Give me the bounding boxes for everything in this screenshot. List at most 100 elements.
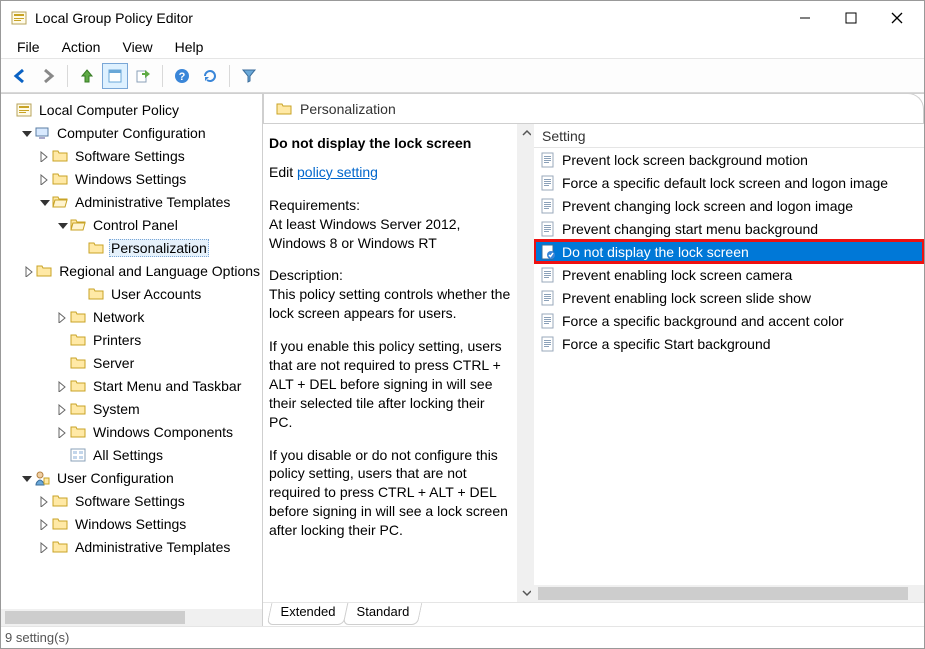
- edit-prefix: Edit: [269, 164, 297, 180]
- description-p1: This policy setting controls whether the…: [269, 285, 511, 323]
- policy-icon: [540, 152, 556, 168]
- status-text: 9 setting(s): [5, 630, 69, 645]
- twisty-open-icon[interactable]: [55, 218, 69, 232]
- tree-admin-templates[interactable]: Administrative Templates: [1, 190, 262, 213]
- twisty-closed-icon[interactable]: [55, 310, 69, 324]
- content-header: Personalization: [263, 94, 924, 124]
- up-button[interactable]: [74, 63, 100, 89]
- minimize-button[interactable]: [782, 3, 828, 33]
- tree-software-settings[interactable]: Software Settings: [1, 144, 262, 167]
- nav-tree[interactable]: Local Computer Policy Computer Configura…: [1, 94, 262, 609]
- list-item[interactable]: Prevent changing start menu background: [534, 217, 924, 240]
- twisty-closed-icon[interactable]: [37, 540, 51, 554]
- edit-policy-link[interactable]: policy setting: [297, 164, 378, 180]
- policy-icon: [540, 198, 556, 214]
- close-button[interactable]: [874, 3, 920, 33]
- tree-network[interactable]: Network: [1, 305, 262, 328]
- titlebar[interactable]: Local Group Policy Editor: [1, 1, 924, 35]
- app-window: Local Group Policy Editor File Action Vi…: [0, 0, 925, 649]
- tree-hscrollbar[interactable]: [1, 609, 262, 626]
- twisty-closed-icon[interactable]: [37, 172, 51, 186]
- tree-windows-settings[interactable]: Windows Settings: [1, 167, 262, 190]
- settings-list[interactable]: Prevent lock screen background motion Fo…: [534, 148, 924, 585]
- content-header-title: Personalization: [300, 101, 396, 117]
- list-item[interactable]: Prevent changing lock screen and logon i…: [534, 194, 924, 217]
- tab-standard[interactable]: Standard: [343, 603, 422, 625]
- description-p2: If you enable this policy setting, users…: [269, 337, 511, 431]
- list-hscrollbar[interactable]: [534, 585, 924, 602]
- tree-user-configuration[interactable]: User Configuration: [1, 466, 262, 489]
- twisty-closed-icon[interactable]: [55, 425, 69, 439]
- tree-all-settings[interactable]: All Settings: [1, 443, 262, 466]
- tree-regional[interactable]: Regional and Language Options: [1, 259, 262, 282]
- twisty-closed-icon[interactable]: [23, 264, 35, 278]
- toolbar: [1, 59, 924, 93]
- tree-user-accounts[interactable]: User Accounts: [1, 282, 262, 305]
- tree-user-admin-templates[interactable]: Administrative Templates: [1, 535, 262, 558]
- view-tabs: Extended Standard: [263, 602, 924, 626]
- policy-icon: [540, 290, 556, 306]
- tree-start-menu[interactable]: Start Menu and Taskbar: [1, 374, 262, 397]
- forward-button[interactable]: [35, 63, 61, 89]
- twisty-closed-icon[interactable]: [37, 517, 51, 531]
- policy-icon: [540, 175, 556, 191]
- show-tree-button[interactable]: [102, 63, 128, 89]
- tree-printers[interactable]: Printers: [1, 328, 262, 351]
- list-item[interactable]: Force a specific background and accent c…: [534, 309, 924, 332]
- tab-extended[interactable]: Extended: [267, 603, 349, 625]
- requirements-label: Requirements:: [269, 196, 511, 215]
- statusbar: 9 setting(s): [1, 626, 924, 648]
- menu-view[interactable]: View: [112, 37, 162, 57]
- twisty-closed-icon[interactable]: [55, 379, 69, 393]
- help-button[interactable]: [169, 63, 195, 89]
- twisty-open-icon[interactable]: [37, 195, 51, 209]
- filter-button[interactable]: [236, 63, 262, 89]
- description-p3: If you disable or do not configure this …: [269, 446, 511, 540]
- description-label: Description:: [269, 266, 511, 285]
- maximize-button[interactable]: [828, 3, 874, 33]
- twisty-closed-icon[interactable]: [55, 402, 69, 416]
- tree-server[interactable]: Server: [1, 351, 262, 374]
- tree-control-panel[interactable]: Control Panel: [1, 213, 262, 236]
- twisty-open-icon[interactable]: [19, 471, 33, 485]
- chevron-down-icon[interactable]: [521, 588, 531, 598]
- detail-title: Do not display the lock screen: [269, 134, 511, 153]
- tree-root[interactable]: Local Computer Policy: [1, 98, 262, 121]
- chevron-up-icon[interactable]: [521, 128, 531, 138]
- list-item[interactable]: Force a specific Start background: [534, 332, 924, 355]
- app-icon: [11, 10, 27, 26]
- policy-icon: [540, 313, 556, 329]
- tree-computer-configuration[interactable]: Computer Configuration: [1, 121, 262, 144]
- tree-win-components[interactable]: Windows Components: [1, 420, 262, 443]
- menu-action[interactable]: Action: [52, 37, 111, 57]
- tree-pane: Local Computer Policy Computer Configura…: [1, 94, 263, 626]
- policy-icon: [540, 244, 556, 260]
- menu-help[interactable]: Help: [165, 37, 214, 57]
- tree-personalization[interactable]: Personalization: [1, 236, 262, 259]
- export-button[interactable]: [130, 63, 156, 89]
- twisty-closed-icon[interactable]: [37, 494, 51, 508]
- list-item-selected[interactable]: Do not display the lock screen: [534, 240, 924, 263]
- tree-system[interactable]: System: [1, 397, 262, 420]
- list-item[interactable]: Prevent enabling lock screen slide show: [534, 286, 924, 309]
- folder-icon: [276, 101, 292, 117]
- menubar: File Action View Help: [1, 35, 924, 59]
- policy-icon: [540, 267, 556, 283]
- back-button[interactable]: [7, 63, 33, 89]
- menu-file[interactable]: File: [7, 37, 50, 57]
- tree-user-software[interactable]: Software Settings: [1, 489, 262, 512]
- list-item[interactable]: Prevent lock screen background motion: [534, 148, 924, 171]
- window-title: Local Group Policy Editor: [35, 10, 782, 26]
- policy-icon: [540, 336, 556, 352]
- list-item[interactable]: Force a specific default lock screen and…: [534, 171, 924, 194]
- tree-user-windows[interactable]: Windows Settings: [1, 512, 262, 535]
- refresh-button[interactable]: [197, 63, 223, 89]
- list-item[interactable]: Prevent enabling lock screen camera: [534, 263, 924, 286]
- detail-pane: Do not display the lock screen Edit poli…: [263, 124, 517, 602]
- detail-vscrollbar[interactable]: [517, 124, 534, 602]
- policy-icon: [540, 221, 556, 237]
- twisty-open-icon[interactable]: [19, 126, 33, 140]
- list-column-header[interactable]: Setting: [534, 124, 924, 148]
- twisty-closed-icon[interactable]: [37, 149, 51, 163]
- requirements-text: At least Windows Server 2012, Windows 8 …: [269, 215, 511, 253]
